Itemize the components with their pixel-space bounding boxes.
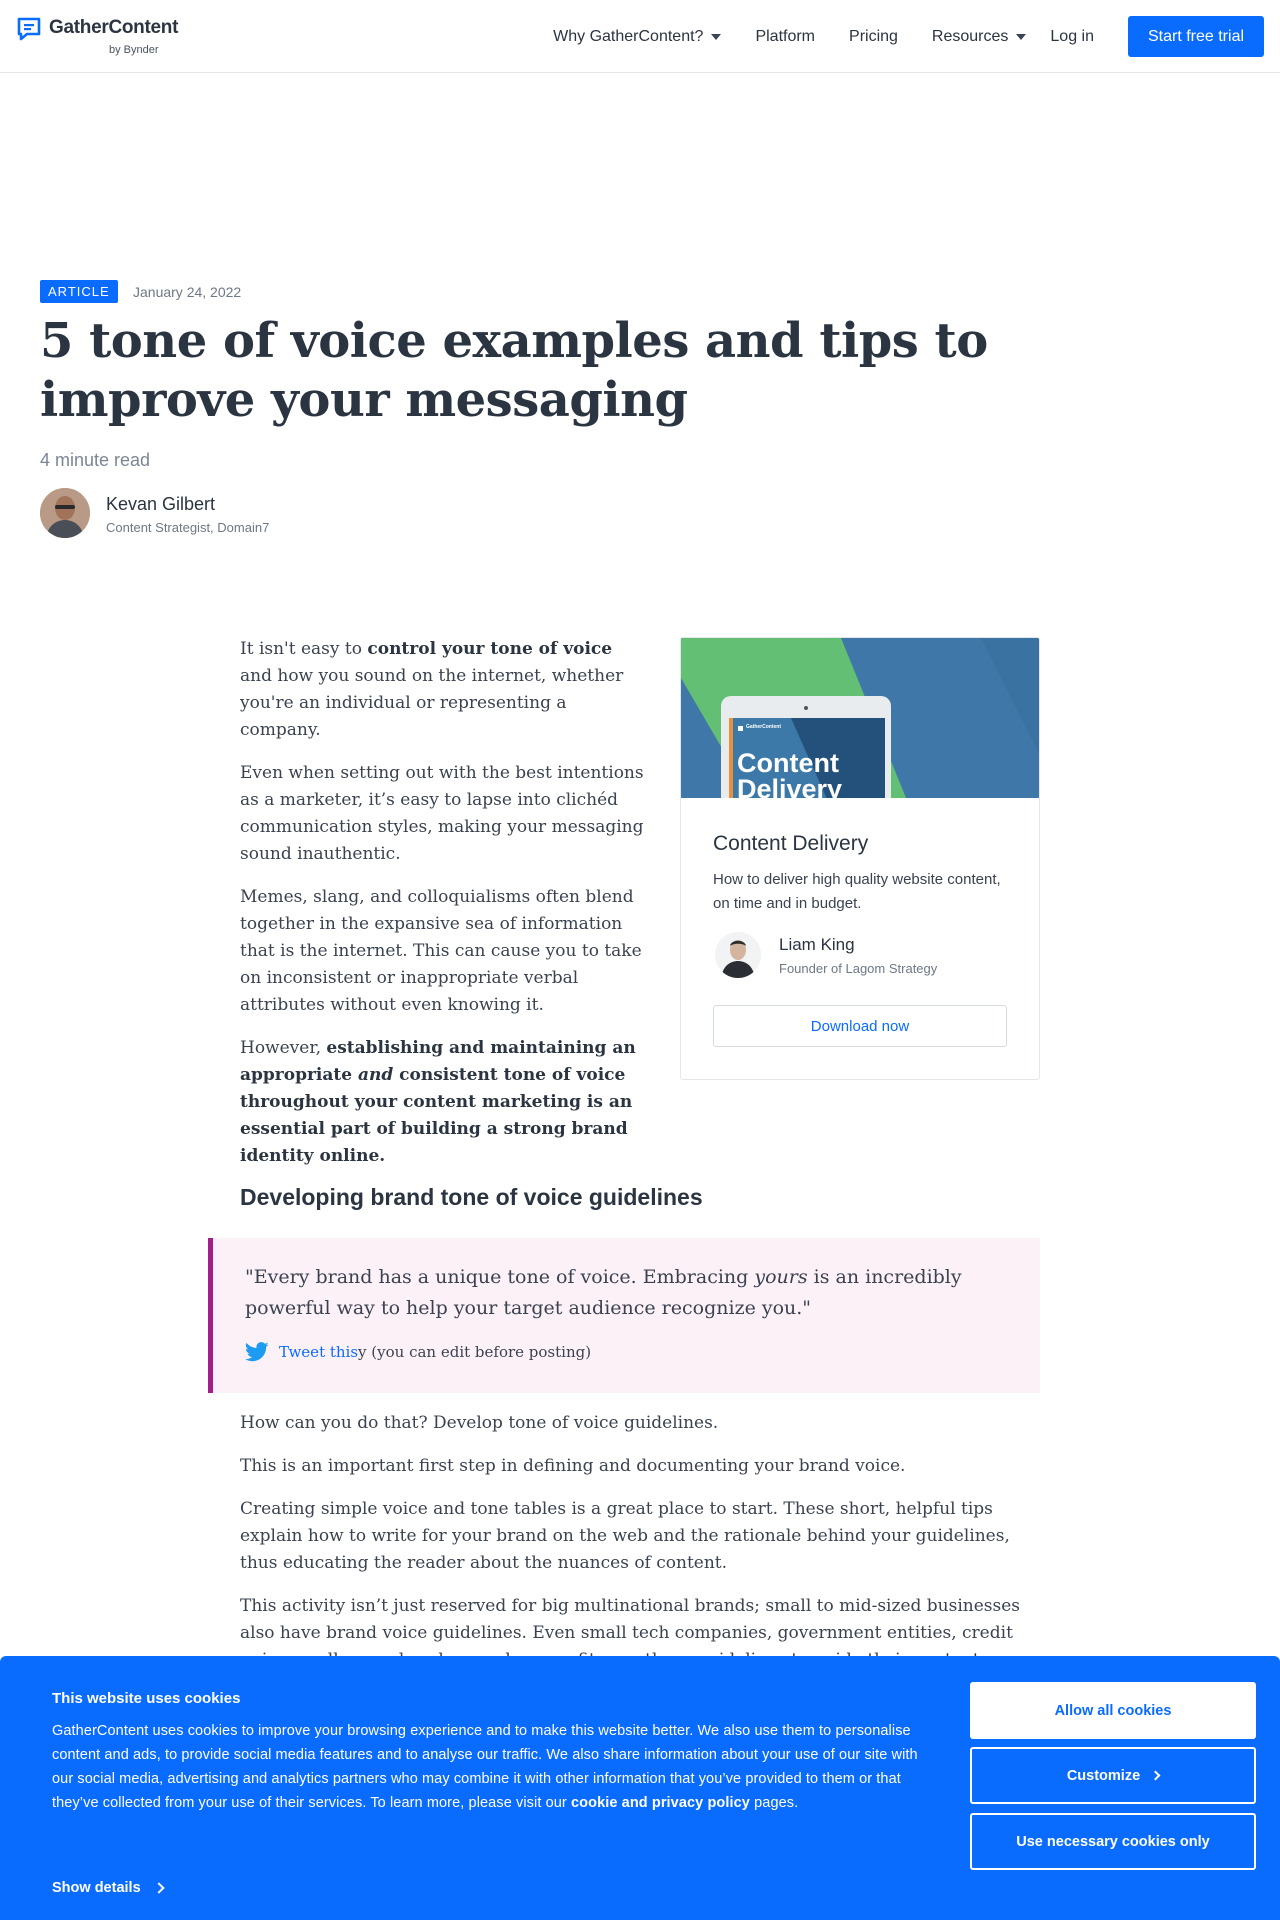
logo-text: GatherContent: [49, 17, 179, 38]
download-now-button[interactable]: Download now: [713, 1005, 1007, 1047]
text-run: pages.: [749, 1795, 799, 1811]
article-body: How can you do that? Develop tone of voi…: [240, 1410, 1040, 1690]
italic-text: yours: [754, 1266, 808, 1288]
tweet-this: Tweet this y (you can edit before posting…: [245, 1342, 591, 1362]
body-paragraph: Creating simple voice and tone tables is…: [240, 1499, 1010, 1573]
author-role: Content Strategist, Domain7: [106, 520, 270, 535]
card-author-role: Founder of Lagom Strategy: [779, 961, 938, 976]
text-run: However,: [240, 1038, 327, 1058]
nav-resources[interactable]: Resources: [931, 27, 1027, 46]
article-badge: ARTICLE: [40, 280, 118, 303]
card-author-name: Liam King: [779, 935, 855, 954]
gathercontent-logo[interactable]: GatherContent by Bynder: [16, 14, 179, 58]
intro-paragraph: However, establishing and maintaining an…: [240, 1035, 645, 1170]
nav-platform[interactable]: Platform: [755, 28, 815, 46]
caret-down-icon: [1016, 33, 1027, 40]
intro-paragraph: It isn't easy to control your tone of vo…: [240, 636, 645, 744]
author-name[interactable]: Kevan Gilbert: [106, 494, 215, 515]
main-nav: Why GatherContent? Platform Pricing Reso…: [553, 16, 1264, 57]
text-run: It isn't easy to: [240, 639, 368, 659]
intro-paragraph: Even when setting out with the best inte…: [240, 763, 644, 864]
logo-subtext: by Bynder: [109, 44, 159, 56]
site-header: GatherContent by Bynder Why GatherConten…: [0, 0, 1280, 73]
intro-paragraph: Memes, slang, and colloquialisms often b…: [240, 887, 642, 1015]
nav-pricing[interactable]: Pricing: [849, 28, 898, 46]
ebook-promo-card: GatherContent Content Delivery Content D…: [680, 637, 1040, 1080]
text-run: "Every brand has a unique tone of voice.…: [245, 1266, 755, 1288]
chevron-right-icon: [152, 1882, 165, 1894]
necessary-cookies-only-button[interactable]: Use necessary cookies only: [970, 1813, 1256, 1870]
twitter-icon[interactable]: [245, 1342, 269, 1362]
caret-down-icon: [711, 33, 722, 40]
article-intro: It isn't easy to control your tone of vo…: [240, 636, 645, 1186]
cover-title-text: Content Delivery: [737, 748, 843, 799]
tweet-hint: y (you can edit before posting): [358, 1343, 592, 1361]
body-paragraph: How can you do that? Develop tone of voi…: [240, 1413, 719, 1433]
chevron-right-icon: [1150, 1770, 1161, 1781]
customize-label: Customize: [1066, 1767, 1141, 1784]
section-heading: Developing brand tone of voice guideline…: [240, 1184, 703, 1210]
card-title: Content Delivery: [713, 832, 869, 855]
nav-login[interactable]: Log in: [1050, 28, 1094, 46]
cover-logo-text: GatherContent: [746, 724, 781, 730]
cookie-banner: This website uses cookies GatherContent …: [0, 1656, 1280, 1920]
bold-italic-text: and: [358, 1065, 394, 1085]
cookie-text: GatherContent uses cookies to improve yo…: [52, 1719, 942, 1815]
start-free-trial-button[interactable]: Start free trial: [1128, 16, 1264, 57]
show-details-link[interactable]: Show details: [52, 1880, 165, 1896]
nav-why-label: Why GatherContent?: [553, 27, 704, 45]
logo-icon: [17, 17, 41, 41]
quote-text: "Every brand has a unique tone of voice.…: [245, 1262, 985, 1324]
show-details-label: Show details: [52, 1880, 141, 1896]
bold-text: control your tone of voice: [367, 639, 613, 659]
card-author-avatar: [715, 932, 761, 978]
body-paragraph: This is an important first step in defin…: [240, 1456, 906, 1476]
read-time: 4 minute read: [40, 450, 151, 470]
page-title: 5 tone of voice examples and tips to imp…: [40, 313, 988, 428]
cookie-policy-link[interactable]: cookie and privacy policy: [571, 1795, 750, 1811]
card-description: How to deliver high quality website cont…: [713, 871, 1001, 912]
cookie-title: This website uses cookies: [52, 1690, 241, 1707]
tweet-this-link[interactable]: Tweet this: [279, 1343, 358, 1361]
author-avatar: [40, 488, 90, 538]
nav-why-gathercontent[interactable]: Why GatherContent?: [553, 27, 722, 46]
allow-all-cookies-button[interactable]: Allow all cookies: [970, 1682, 1256, 1739]
publish-date: January 24, 2022: [133, 284, 242, 300]
nav-resources-label: Resources: [931, 27, 1009, 45]
text-run: and how you sound on the internet, wheth…: [240, 666, 624, 740]
customize-cookies-button[interactable]: Customize: [970, 1747, 1256, 1804]
pull-quote: "Every brand has a unique tone of voice.…: [208, 1238, 1040, 1393]
ebook-cover-image[interactable]: GatherContent Content Delivery: [681, 638, 1039, 799]
